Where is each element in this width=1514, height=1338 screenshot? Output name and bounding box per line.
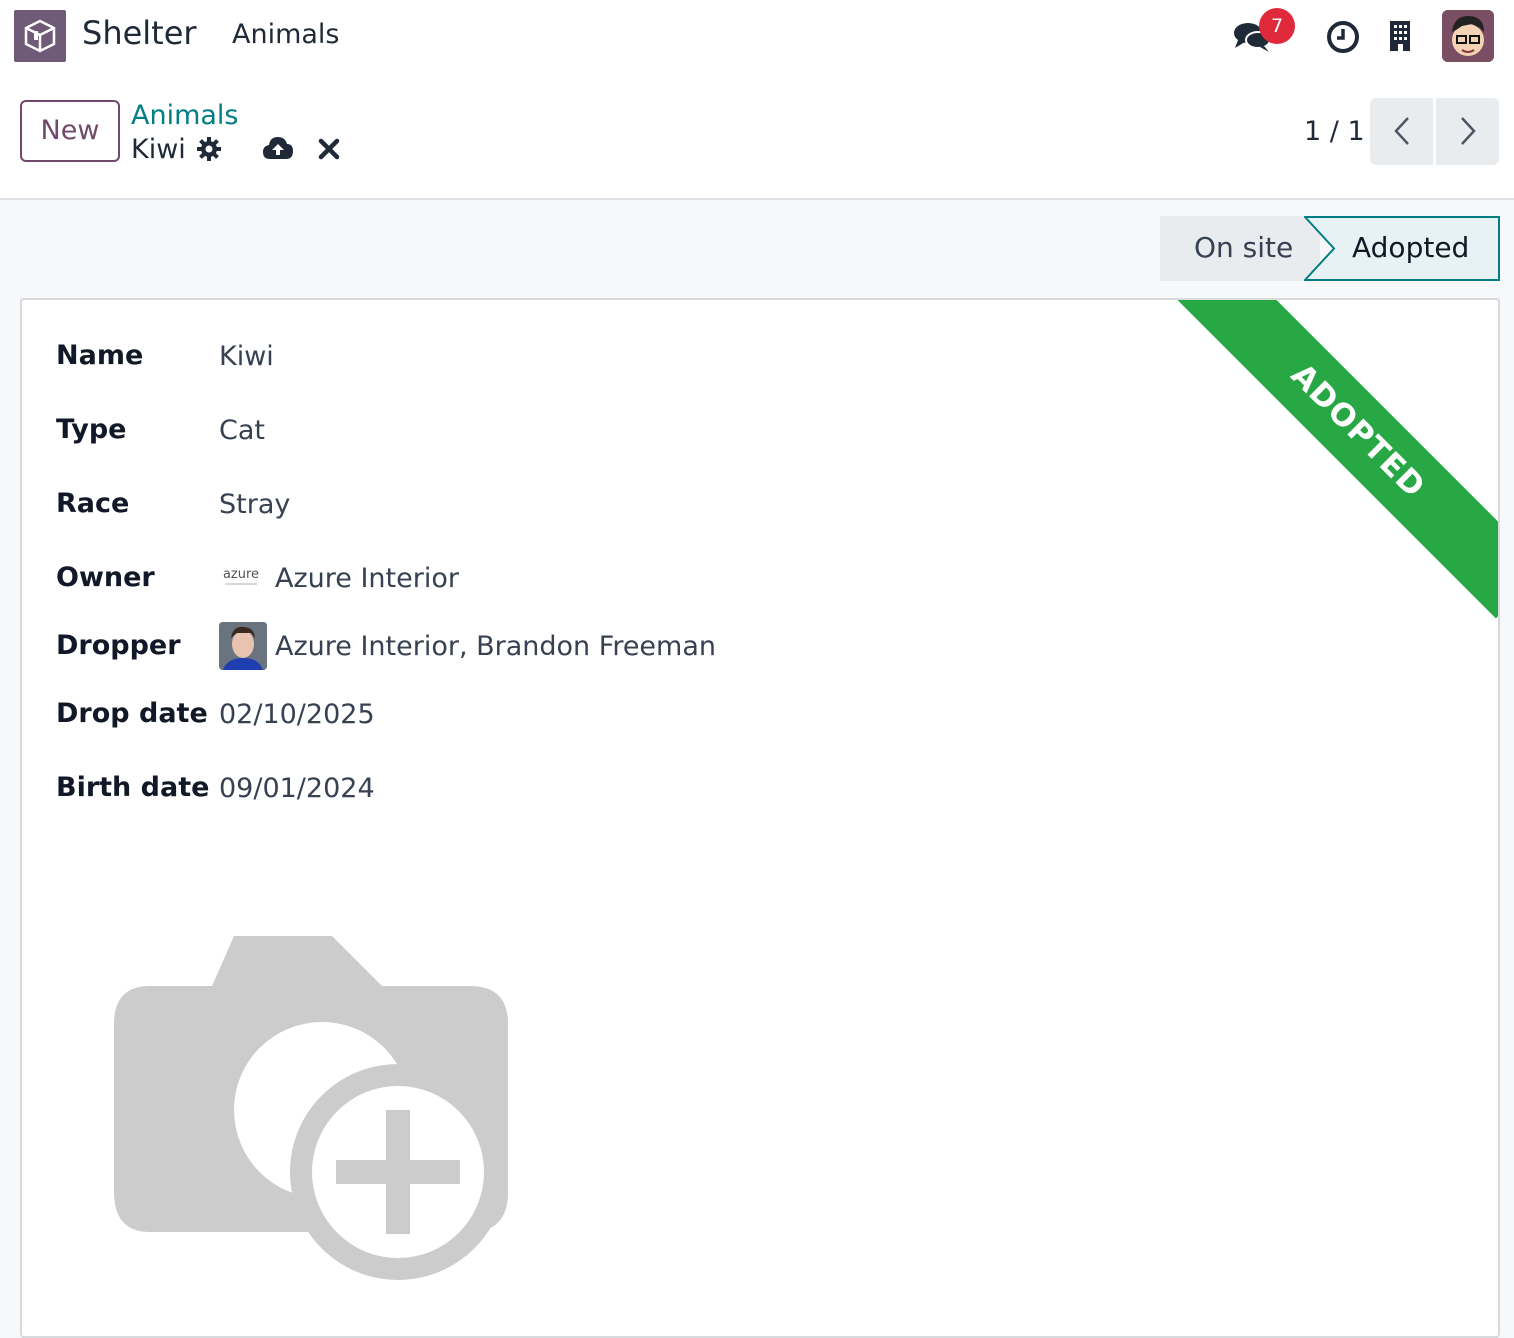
user-avatar[interactable] bbox=[1442, 10, 1494, 62]
owner-company-logo: azure bbox=[219, 562, 263, 590]
field-label-birth-date: Birth date bbox=[56, 772, 210, 803]
breadcrumb-current: Kiwi bbox=[131, 134, 186, 165]
field-label-race: Race bbox=[56, 488, 130, 519]
adopted-ribbon: ADOPTED bbox=[1170, 300, 1498, 619]
field-value-owner[interactable]: Azure Interior bbox=[275, 563, 459, 594]
form-sheet: ADOPTED Name Kiwi Type Cat Race Stray Ow… bbox=[20, 298, 1500, 1338]
field-value-race[interactable]: Stray bbox=[219, 489, 290, 520]
cloud-upload-icon[interactable] bbox=[262, 135, 294, 161]
pager-previous-button[interactable] bbox=[1370, 98, 1433, 165]
new-button[interactable]: New bbox=[20, 100, 120, 162]
menu-item-animals[interactable]: Animals bbox=[232, 19, 340, 50]
field-label-type: Type bbox=[56, 414, 127, 445]
field-value-drop-date[interactable]: 02/10/2025 bbox=[219, 699, 375, 730]
gear-icon[interactable] bbox=[196, 136, 222, 162]
control-panel: New Animals Kiwi 1 / 1 bbox=[0, 72, 1514, 200]
field-label-owner: Owner bbox=[56, 562, 155, 593]
clock-icon[interactable] bbox=[1325, 19, 1361, 55]
top-navbar: Shelter Animals 7 bbox=[0, 0, 1514, 72]
field-value-type[interactable]: Cat bbox=[219, 415, 265, 446]
status-stage-label: Adopted bbox=[1352, 231, 1470, 264]
field-label-name: Name bbox=[56, 340, 144, 371]
app-name[interactable]: Shelter bbox=[82, 14, 197, 52]
status-stage-on-site[interactable]: On site bbox=[1160, 216, 1320, 281]
app-logo-icon[interactable] bbox=[14, 10, 66, 62]
pager-next-button[interactable] bbox=[1436, 98, 1499, 165]
owner-logo-text: azure bbox=[223, 567, 259, 582]
field-label-dropper: Dropper bbox=[56, 630, 181, 661]
field-label-drop-date: Drop date bbox=[56, 698, 208, 729]
company-building-icon[interactable] bbox=[1388, 19, 1412, 53]
status-stage-label: On site bbox=[1194, 231, 1294, 264]
pager-value[interactable]: 1 / 1 bbox=[1304, 116, 1365, 147]
dropper-avatar bbox=[219, 622, 267, 670]
close-icon[interactable] bbox=[318, 138, 340, 160]
field-value-birth-date[interactable]: 09/01/2024 bbox=[219, 773, 375, 804]
breadcrumb-parent-link[interactable]: Animals bbox=[131, 100, 239, 131]
chevron-left-icon bbox=[1394, 117, 1409, 145]
chevron-right-icon bbox=[1461, 117, 1476, 145]
field-value-dropper[interactable]: Azure Interior, Brandon Freeman bbox=[275, 631, 716, 662]
field-value-name[interactable]: Kiwi bbox=[219, 341, 274, 372]
messages-badge: 7 bbox=[1259, 8, 1295, 44]
status-stage-adopted[interactable]: Adopted bbox=[1304, 216, 1500, 281]
camera-add-icon[interactable] bbox=[110, 932, 510, 1282]
